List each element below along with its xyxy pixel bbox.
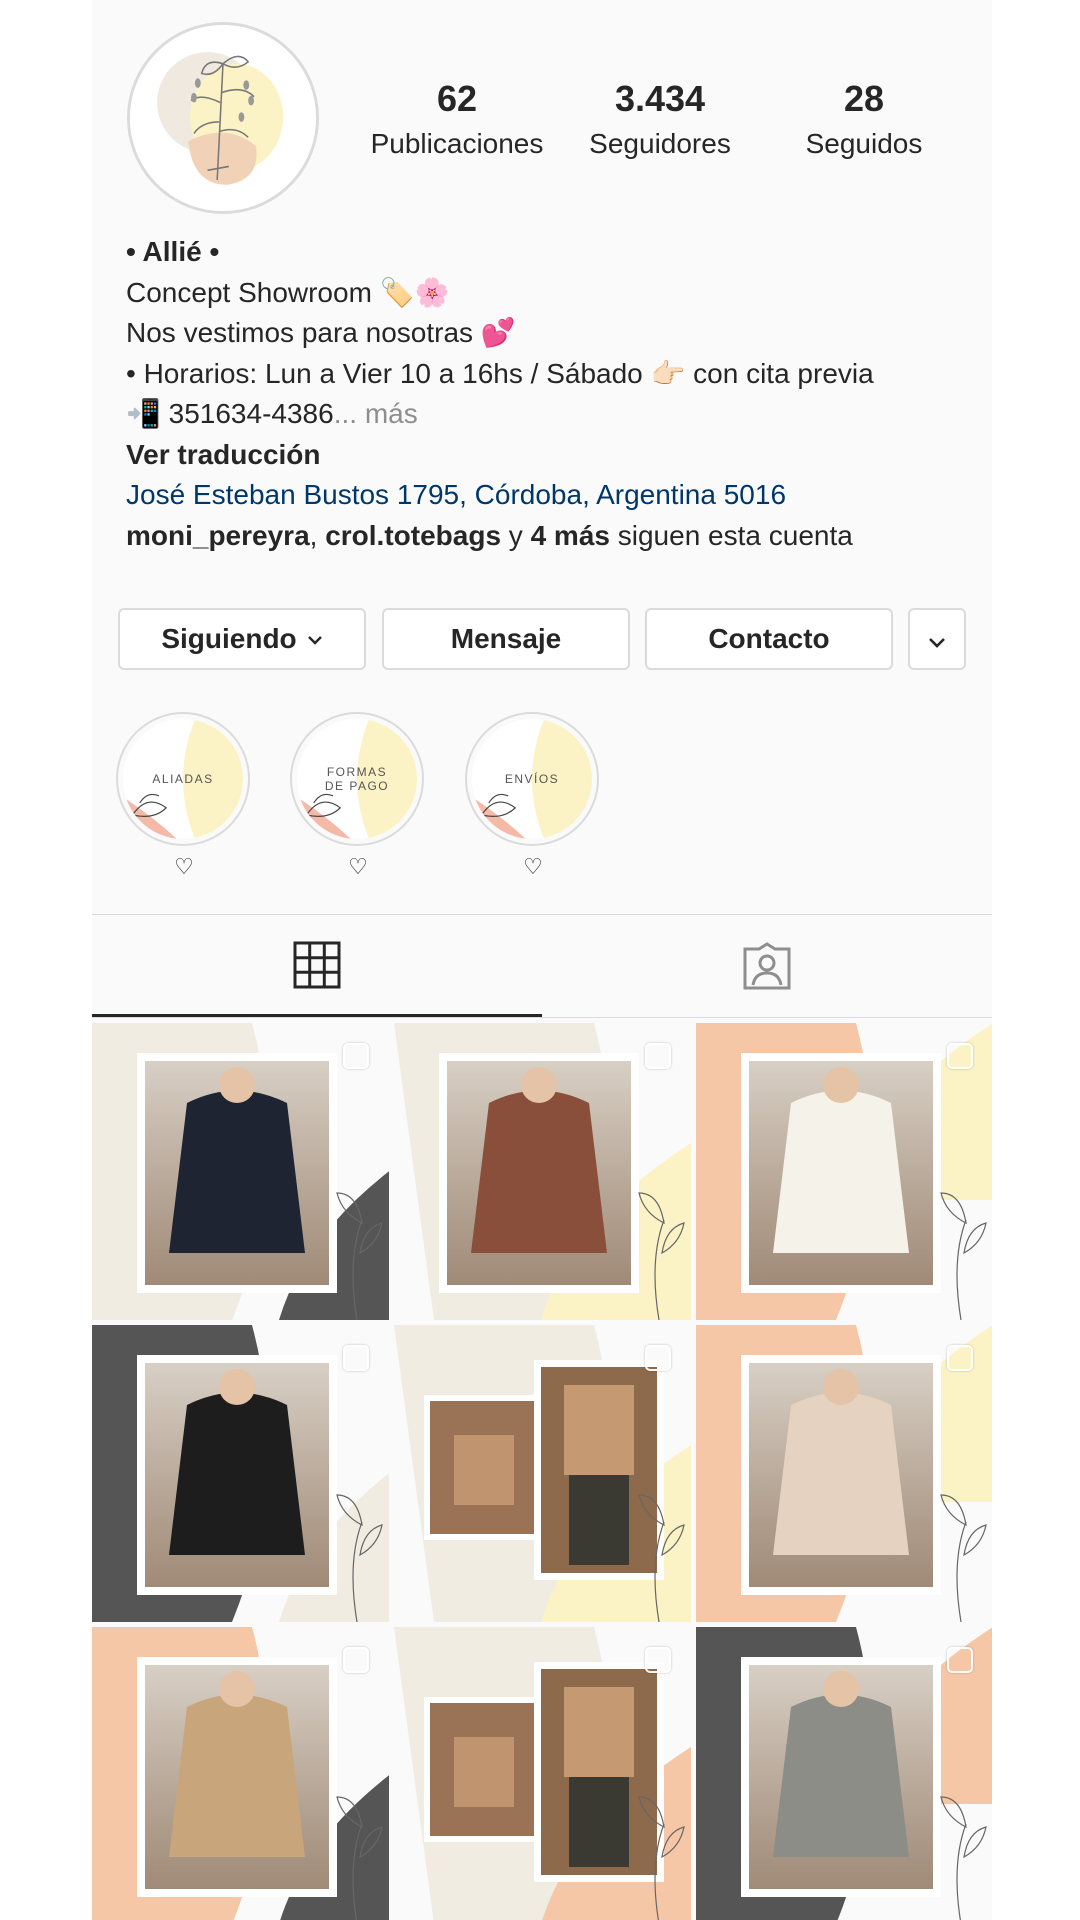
follower-name[interactable]: crol.totebags [325, 520, 501, 551]
highlight-envios[interactable]: ENVÍOS ♡ [465, 712, 601, 880]
message-button-label: Mensaje [450, 623, 562, 654]
message-button[interactable]: Mensaje [382, 608, 630, 670]
chevron-down-icon [928, 623, 946, 655]
highlight-cover: ALIADAS [123, 719, 243, 839]
followed-by[interactable]: moni_pereyra, crol.totebags y 4 más sigu… [126, 516, 966, 557]
profile-bio: • Allié • Concept Showroom 🏷️🌸 Nos vesti… [126, 232, 966, 556]
following-button[interactable]: Siguiendo [118, 608, 366, 670]
multi-photo-icon [343, 1043, 369, 1069]
multi-photo-icon [645, 1647, 671, 1673]
multi-photo-icon [645, 1345, 671, 1371]
multi-photo-icon [343, 1345, 369, 1371]
post-thumbnail[interactable] [394, 1325, 691, 1622]
tab-tagged[interactable] [542, 915, 992, 1017]
highlight-cover: FORMAS DE PAGO [297, 719, 417, 839]
following-button-label: Siguiendo [161, 623, 297, 654]
highlight-caption: ♡ [348, 854, 368, 879]
highlight-caption: ♡ [523, 854, 543, 879]
bio-line: Nos vestimos para nosotras 💕 [126, 317, 516, 348]
following-stat[interactable]: 28 Seguidos [764, 78, 964, 164]
multi-photo-icon [947, 1647, 973, 1673]
highlight-cover-text: ALIADAS [152, 772, 214, 786]
profile-screen: 62 Publicaciones 3.434 Seguidores 28 Seg… [92, 0, 992, 1920]
post-thumbnail[interactable] [92, 1023, 389, 1320]
contact-button-label: Contacto [708, 623, 830, 654]
separator: , [309, 519, 326, 551]
highlight-caption: ♡ [174, 854, 194, 879]
tab-posts-grid[interactable] [92, 915, 542, 1017]
post-thumbnail[interactable] [696, 1627, 992, 1920]
highlight-cover-text: FORMAS DE PAGO [324, 765, 390, 793]
followers-label: Seguidores [589, 128, 731, 159]
bio-line: • Horarios: Lun a Vier 10 a 16hs / Sábad… [126, 357, 874, 389]
followed-suffix: siguen esta cuenta [609, 519, 853, 551]
post-thumbnail[interactable] [394, 1627, 691, 1920]
multi-photo-icon [645, 1043, 671, 1069]
multi-photo-icon [947, 1345, 973, 1371]
more-link[interactable]: ... más [334, 398, 418, 429]
bio-phone: 📲 351634-4386 [126, 398, 334, 429]
chevron-down-icon [307, 629, 323, 650]
tagged-icon [743, 942, 791, 990]
others-count[interactable]: 4 más [531, 520, 610, 551]
highlight-cover: ENVÍOS [472, 719, 592, 839]
address-link[interactable]: José Esteban Bustos 1795, Córdoba, Argen… [126, 475, 966, 516]
conjunction: y [501, 519, 531, 551]
followers-count: 3.434 [614, 78, 706, 119]
suggestions-button[interactable] [908, 608, 966, 670]
follower-name[interactable]: moni_pereyra [126, 520, 310, 551]
highlight-formas-de-pago[interactable]: FORMAS DE PAGO ♡ [290, 712, 426, 880]
floral-logo-icon [130, 25, 316, 211]
profile-tabs [92, 914, 992, 1018]
bio-line: Concept Showroom 🏷️🌸 [126, 276, 450, 308]
post-thumbnail[interactable] [696, 1325, 992, 1622]
post-thumbnail[interactable] [394, 1023, 691, 1320]
highlight-cover-text: ENVÍOS [504, 772, 560, 786]
posts-count: 62 [436, 78, 478, 119]
following-count: 28 [843, 78, 885, 119]
post-thumbnail[interactable] [92, 1627, 389, 1920]
highlight-ring: ALIADAS [116, 712, 250, 846]
posts-label: Publicaciones [370, 128, 544, 159]
highlight-aliadas[interactable]: ALIADAS ♡ [116, 712, 252, 880]
contact-button[interactable]: Contacto [645, 608, 893, 670]
following-label: Seguidos [805, 128, 923, 159]
posts-stat[interactable]: 62 Publicaciones [357, 78, 557, 164]
multi-photo-icon [947, 1043, 973, 1069]
profile-avatar[interactable] [127, 22, 319, 214]
post-thumbnail[interactable] [696, 1023, 992, 1320]
bio-line-phone: 📲 351634-4386... más [126, 394, 966, 435]
followers-stat[interactable]: 3.434 Seguidores [560, 78, 760, 164]
profile-name: • Allié • [126, 236, 220, 267]
post-thumbnail[interactable] [92, 1325, 389, 1622]
multi-photo-icon [343, 1647, 369, 1673]
translate-link[interactable]: Ver traducción [126, 435, 966, 476]
grid-icon [293, 941, 341, 988]
highlight-ring: FORMAS DE PAGO [290, 712, 424, 846]
highlight-ring: ENVÍOS [465, 712, 599, 846]
